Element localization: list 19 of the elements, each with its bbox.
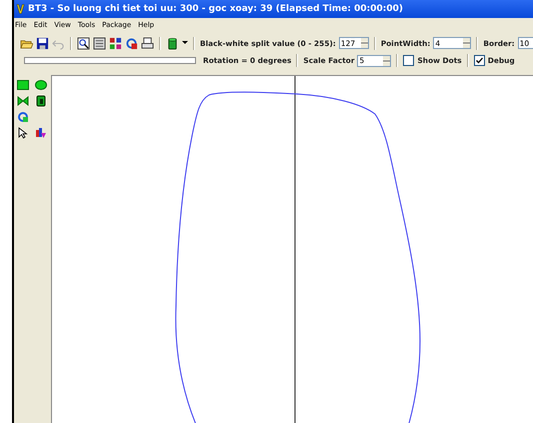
checkbox[interactable] bbox=[403, 55, 414, 66]
ellipse-tool-icon[interactable] bbox=[35, 79, 47, 91]
bowtie-tool-icon[interactable] bbox=[17, 95, 29, 107]
printer-icon[interactable] bbox=[141, 36, 154, 50]
rotate-tool-icon[interactable] bbox=[17, 111, 29, 123]
grid-icon[interactable] bbox=[109, 36, 122, 50]
save-icon[interactable] bbox=[36, 36, 49, 50]
rotate-icon[interactable] bbox=[125, 36, 138, 50]
cylinder-icon[interactable] bbox=[166, 36, 179, 50]
zoom-icon[interactable] bbox=[77, 36, 90, 50]
pointer-icon[interactable] bbox=[17, 127, 29, 139]
bar-chart-tool-icon[interactable] bbox=[35, 127, 47, 139]
rectangle-tool-icon[interactable] bbox=[17, 79, 29, 91]
caret-icon[interactable] bbox=[182, 41, 188, 45]
cylinder-tool-icon[interactable] bbox=[35, 95, 47, 107]
window-title: BT3 - So luong chi tiet toi uu: 300 - goc xoay: 39 (Elapsed Time: 00:00:00) bbox=[28, 4, 404, 14]
checkbox[interactable] bbox=[474, 55, 485, 66]
app-icon bbox=[16, 3, 25, 15]
list-icon[interactable] bbox=[93, 36, 106, 50]
